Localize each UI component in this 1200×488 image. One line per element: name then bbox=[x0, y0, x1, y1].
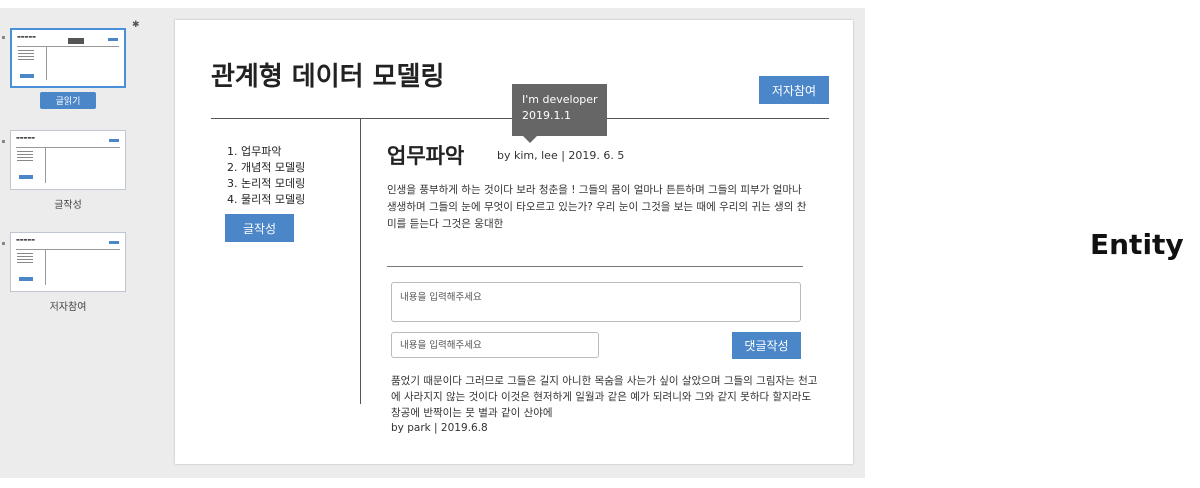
asterisk-icon: ✱ bbox=[132, 20, 140, 30]
thumbnail-title-line: ▬▬▬▬▬ bbox=[16, 135, 35, 140]
thumbnail-marker bbox=[2, 140, 5, 143]
thumbnail-divider bbox=[16, 147, 120, 148]
slide-canvas: 관계형 데이터 모델링 저자참여 1. 업무파악 2. 개념적 모델링 3. 논… bbox=[175, 20, 853, 464]
thumbnail-2[interactable]: ▬▬▬▬▬ 글작성 bbox=[10, 130, 126, 211]
thumbnail-1[interactable]: ▬▬▬▬▬ 글읽기 bbox=[10, 28, 126, 109]
thumbnail-button-shape bbox=[108, 38, 118, 41]
content-divider bbox=[387, 266, 803, 267]
post-meta[interactable]: by kim, lee | 2019. 6. 5 bbox=[497, 149, 624, 162]
comment-textarea[interactable] bbox=[391, 282, 801, 322]
thumbnail-tooltip-shape bbox=[68, 38, 84, 44]
thumbnail-preview[interactable]: ▬▬▬▬▬ bbox=[10, 232, 126, 292]
sidebar-item-logical-modeling[interactable]: 3. 논리적 모데링 bbox=[227, 176, 305, 192]
thumbnail-title-line: ▬▬▬▬▬ bbox=[16, 237, 35, 242]
post-comment-button[interactable]: 댓글작성 bbox=[732, 332, 801, 359]
thumbnail-marker bbox=[2, 242, 5, 245]
comment-input[interactable] bbox=[391, 332, 599, 358]
thumbnail-divider bbox=[45, 147, 46, 183]
sidebar-item-physical-modeling[interactable]: 4. 물리적 모델링 bbox=[227, 192, 305, 208]
thumbnail-button-shape bbox=[109, 139, 119, 142]
sidebar-menu: 1. 업무파악 2. 개념적 모델링 3. 논리적 모데링 4. 물리적 모델링 bbox=[227, 144, 305, 208]
thumbnail-3[interactable]: ▬▬▬▬▬ 저자참여 bbox=[10, 232, 126, 313]
thumbnail-divider bbox=[45, 249, 46, 285]
thumbnail-text-lines bbox=[17, 151, 33, 161]
thumbnail-divider bbox=[16, 249, 120, 250]
page-title: 관계형 데이터 모델링 bbox=[211, 62, 445, 92]
tooltip-arrow bbox=[523, 136, 537, 143]
column-divider bbox=[360, 118, 361, 404]
thumbnail-button-shape bbox=[109, 241, 119, 244]
author-tooltip: I'm developer 2019.1.1 bbox=[512, 84, 607, 136]
thumbnail-text-lines bbox=[17, 253, 33, 263]
thumbnail-button-shape bbox=[19, 277, 33, 281]
thumbnail-label: 글읽기 bbox=[40, 92, 96, 109]
slide-thumbnail-panel: ▬▬▬▬▬ 글읽기 ▬▬▬▬▬ 글작성 ▬▬▬▬▬ 저자참여 bbox=[0, 8, 140, 478]
thumbnail-text-lines bbox=[18, 50, 34, 60]
thumbnail-divider bbox=[46, 46, 47, 80]
post-body: 인생을 풍부하게 하는 것이다 보라 청춘을 ! 그들의 몸이 얼마나 튼튼하며… bbox=[387, 184, 807, 230]
thumbnail-label: 글작성 bbox=[54, 200, 82, 211]
thumbnail-marker bbox=[2, 36, 5, 39]
tooltip-date: 2019.1.1 bbox=[522, 109, 571, 122]
comment-meta: by park | 2019.6.8 bbox=[391, 422, 488, 434]
thumbnail-preview[interactable]: ▬▬▬▬▬ bbox=[10, 130, 126, 190]
thumbnail-button-shape bbox=[19, 175, 33, 179]
sidebar-item-task-analysis[interactable]: 1. 업무파악 bbox=[227, 144, 305, 160]
thumbnail-label: 저자참여 bbox=[49, 302, 87, 313]
thumbnail-divider bbox=[17, 46, 119, 47]
thumbnail-button-shape bbox=[20, 74, 34, 78]
author-participation-button[interactable]: 저자참여 bbox=[759, 76, 829, 104]
post-title: 업무파악 bbox=[387, 144, 465, 168]
comment-text: 품었기 때문이다 그러므로 그들은 길지 아니한 목숨을 사는가 싶이 살았으며… bbox=[391, 375, 818, 419]
tooltip-line: I'm developer bbox=[522, 93, 598, 106]
entity-label: Entity bbox=[1090, 228, 1184, 261]
thumbnail-title-line: ▬▬▬▬▬ bbox=[17, 34, 36, 39]
thumbnail-preview[interactable]: ▬▬▬▬▬ bbox=[10, 28, 126, 88]
sidebar-item-conceptual-modeling[interactable]: 2. 개념적 모델링 bbox=[227, 160, 305, 176]
write-post-button[interactable]: 글작성 bbox=[225, 214, 294, 242]
